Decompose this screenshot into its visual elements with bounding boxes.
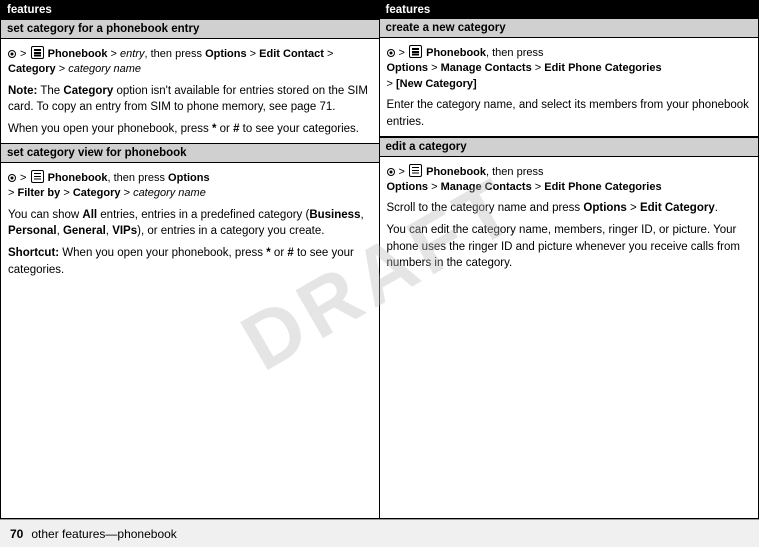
options-label-2: Options [168,172,210,184]
business-label: Business [309,209,360,221]
vips-label: VIPs [112,225,137,237]
phonebook-icon-1 [31,46,44,59]
options-label-4: Options [387,181,429,193]
all-entries-paragraph: You can show All entries, entries in a p… [8,207,372,240]
note-label: Note: [8,85,37,97]
bullet-nav-1: > [8,48,30,60]
options-label-1: Options [205,48,247,60]
options-label-5: Options [583,202,626,214]
edit-phone-cats-label-1: Edit Phone Categories [544,62,661,74]
enter-category-paragraph: Enter the category name, and select its … [387,97,752,130]
manage-contacts-label-1: Manage Contacts [441,62,532,74]
subheader-set-category-view: set category view for phonebook [1,143,379,163]
left-column: features set category for a phonebook en… [1,1,380,518]
right-header: features [380,1,759,19]
phonebook-label-3: Phonebook [426,47,486,59]
phonebook-icon-4 [409,164,422,177]
category-label-2: Category [73,187,121,199]
nav-path-edit-category: > Phonebook, then pressOptions > Manage … [387,162,752,196]
shortcut-paragraph: Shortcut: When you open your phonebook, … [8,245,372,278]
edit-contact-label: Edit Contact [259,48,324,60]
hash-key-2: # [287,247,293,259]
section-create-category: > Phonebook, then pressOptions > Manage … [380,38,759,136]
note-paragraph: Note: The Category option isn't availabl… [8,83,372,116]
category-name-2: category name [133,187,206,199]
hash-key-1: # [233,123,239,135]
bullet-nav-2: > [8,172,30,184]
bullet-nav-3: > [387,47,409,59]
content-area: features set category for a phonebook en… [0,0,759,519]
section-set-category-view: > Phonebook, then press Options> Filter … [1,163,379,283]
subheader-set-category-entry: set category for a phonebook entry [1,19,379,39]
edit-category-label: Edit Category [640,202,715,214]
shortcut-label: Shortcut: [8,247,59,259]
category-label-1: Category [8,63,56,75]
nav-path-create-category: > Phonebook, then pressOptions > Manage … [387,43,752,92]
personal-label: Personal [8,225,57,237]
edit-phone-cats-label-2: Edit Phone Categories [544,181,661,193]
nav-path-set-category-entry: > Phonebook > entry, then press Options … [8,44,372,78]
nav-path-set-category-view: > Phonebook, then press Options> Filter … [8,168,372,202]
bullet-nav-4: > [387,166,409,178]
section-edit-category: > Phonebook, then pressOptions > Manage … [380,157,759,277]
subheader-edit-category: edit a category [380,137,759,157]
category-bold: Category [63,85,113,97]
manage-contacts-label-2: Manage Contacts [441,181,532,193]
categories-paragraph-1: When you open your phonebook, press * or… [8,121,372,138]
phonebook-label-4: Phonebook [426,166,486,178]
section-set-category-entry: > Phonebook > entry, then press Options … [1,39,379,143]
page-container: features set category for a phonebook en… [0,0,759,547]
category-name-1: category name [68,63,141,75]
phonebook-icon-3 [409,45,422,58]
options-label-3: Options [387,62,429,74]
subheader-create-category: create a new category [380,19,759,38]
phonebook-label-1: Phonebook [48,48,108,60]
footer-bar: 70 other features—phonebook [0,519,759,547]
phonebook-label-2: Phonebook [48,172,108,184]
star-key-1: * [212,123,216,135]
general-label: General [63,225,106,237]
right-section-edit: edit a category > Phonebook, then pressO… [380,136,759,277]
scroll-category-paragraph: Scroll to the category name and press Op… [387,200,752,217]
page-number: 70 [10,527,23,541]
phonebook-icon-2 [31,170,44,183]
entry-label-1: entry [120,48,144,60]
right-section-create: create a new category > Phonebook, then … [380,19,759,136]
filter-by-label: Filter by [17,187,60,199]
all-label: All [82,209,97,221]
edit-info-paragraph: You can edit the category name, members,… [387,222,752,272]
page-label: other features—phonebook [31,527,176,541]
new-category-label: [New Category] [396,78,477,90]
star-key-2: * [266,247,270,259]
right-column: features create a new category > Phonebo… [380,1,759,518]
left-header: features [1,1,379,19]
